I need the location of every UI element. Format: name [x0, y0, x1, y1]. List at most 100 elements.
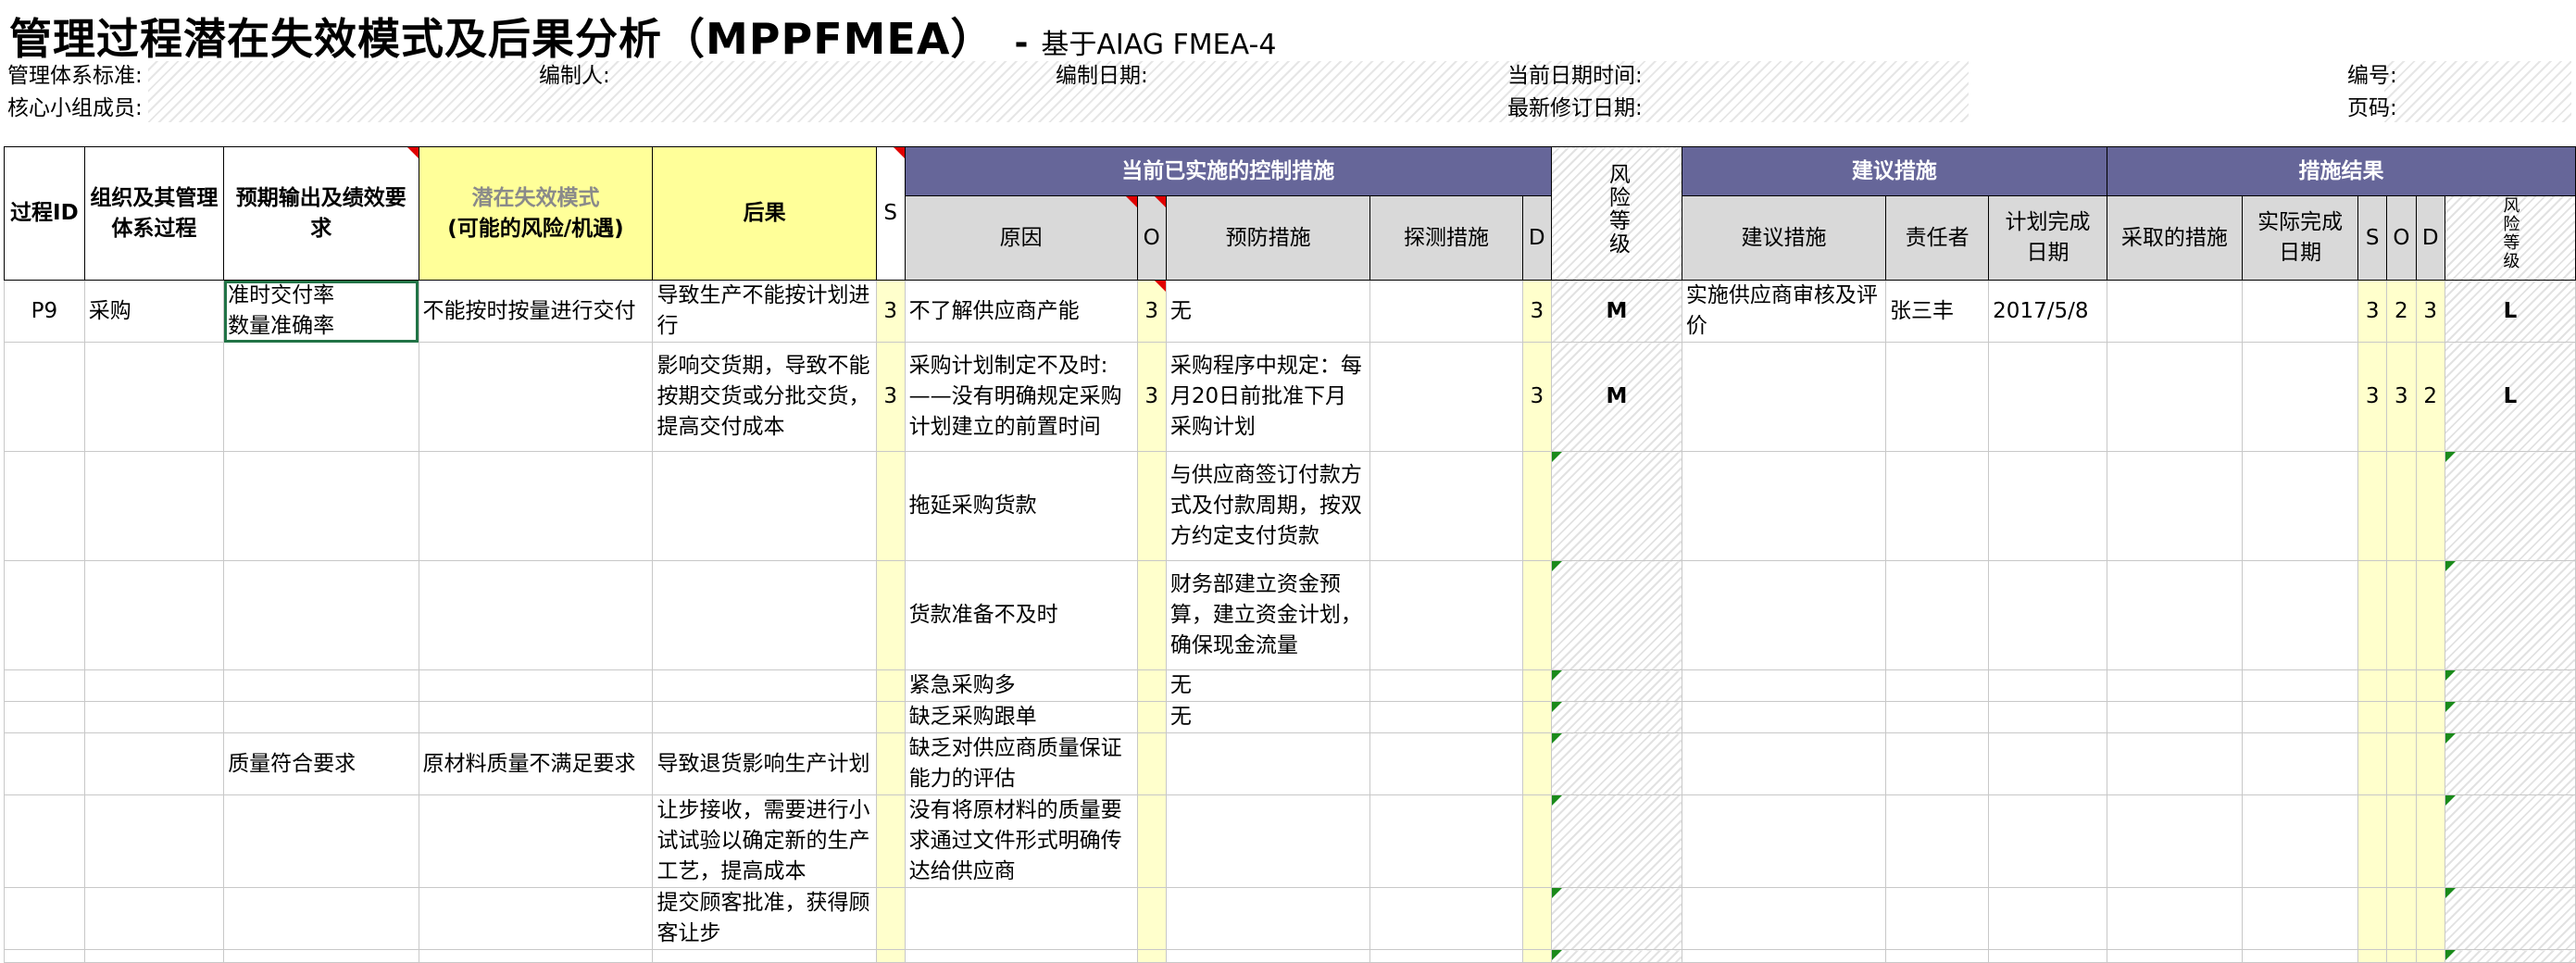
cell-prevention[interactable]: 财务部建立资金预算，建立资金计划，确保现金流量: [1165, 560, 1371, 670]
cell-s[interactable]: [875, 451, 906, 561]
cell-actual-date[interactable]: [2241, 732, 2359, 795]
cell-org-process[interactable]: [83, 732, 225, 795]
cell-planned-date[interactable]: [1988, 949, 2107, 963]
cell-o[interactable]: [1136, 794, 1167, 888]
cell-o[interactable]: [1136, 732, 1167, 795]
cell-effect[interactable]: 提交顾客批准，获得顾客让步: [652, 887, 877, 950]
cell-process-id[interactable]: [4, 451, 85, 561]
cell-d[interactable]: [1521, 794, 1552, 888]
cell-risk-level[interactable]: [1550, 794, 1682, 888]
cell-recommended[interactable]: [1681, 342, 1886, 452]
cell-result-s[interactable]: [2357, 701, 2388, 733]
cell-result-s[interactable]: [2357, 949, 2388, 963]
cell-cause[interactable]: 采购计划制定不及时: ——没有明确规定采购计划建立的前置时间: [904, 342, 1138, 452]
cell-result-s[interactable]: 3: [2357, 342, 2388, 452]
cell-result-risk[interactable]: [2444, 701, 2576, 733]
cell-cause[interactable]: [904, 887, 1138, 950]
cell-cause[interactable]: [904, 949, 1138, 963]
cell-process-id[interactable]: [4, 732, 85, 795]
cell-effect[interactable]: 导致生产不能按计划进行: [652, 280, 877, 343]
cell-actual-date[interactable]: [2241, 451, 2359, 561]
cell-actual-date[interactable]: [2241, 280, 2359, 343]
cell-expected-output[interactable]: [223, 949, 419, 963]
cell-planned-date[interactable]: [1988, 887, 2107, 950]
cell-recommended[interactable]: [1681, 669, 1886, 702]
cell-actual-date[interactable]: [2241, 560, 2359, 670]
cell-expected-output[interactable]: [223, 701, 419, 733]
cell-actions-taken[interactable]: [2106, 949, 2243, 963]
cell-responsible[interactable]: [1884, 669, 1990, 702]
cell-result-d[interactable]: [2415, 887, 2445, 950]
cell-s[interactable]: [875, 701, 906, 733]
cell-failure-mode[interactable]: [418, 342, 654, 452]
cell-prevention[interactable]: 无: [1165, 669, 1371, 702]
cell-failure-mode[interactable]: [418, 560, 654, 670]
cell-actions-taken[interactable]: [2106, 887, 2243, 950]
cell-d[interactable]: [1521, 949, 1552, 963]
cell-effect[interactable]: [652, 669, 877, 702]
cell-planned-date[interactable]: [1988, 732, 2107, 795]
cell-result-o[interactable]: 2: [2386, 280, 2417, 343]
cell-d[interactable]: [1521, 887, 1552, 950]
cell-planned-date[interactable]: [1988, 794, 2107, 888]
cell-actual-date[interactable]: [2241, 669, 2359, 702]
cell-prevention[interactable]: [1165, 794, 1371, 888]
cell-responsible[interactable]: [1884, 949, 1990, 963]
cell-result-o[interactable]: [2386, 949, 2417, 963]
cell-recommended[interactable]: [1681, 701, 1886, 733]
cell-actions-taken[interactable]: [2106, 280, 2243, 343]
cell-detection[interactable]: [1369, 342, 1523, 452]
cell-result-risk[interactable]: [2444, 794, 2576, 888]
cell-failure-mode[interactable]: [418, 887, 654, 950]
cell-o[interactable]: [1136, 669, 1167, 702]
cell-org-process[interactable]: [83, 342, 225, 452]
cell-effect[interactable]: [652, 560, 877, 670]
cell-risk-level[interactable]: M: [1550, 280, 1682, 343]
cell-actions-taken[interactable]: [2106, 701, 2243, 733]
cell-result-o[interactable]: [2386, 451, 2417, 561]
cell-result-o[interactable]: [2386, 887, 2417, 950]
cell-o[interactable]: [1136, 560, 1167, 670]
cell-process-id[interactable]: [4, 887, 85, 950]
cell-recommended[interactable]: 实施供应商审核及评价: [1681, 280, 1886, 343]
cell-result-d[interactable]: [2415, 560, 2445, 670]
cell-process-id[interactable]: [4, 949, 85, 963]
cell-actual-date[interactable]: [2241, 794, 2359, 888]
cell-responsible[interactable]: [1884, 701, 1990, 733]
cell-failure-mode[interactable]: 不能按时按量进行交付: [418, 280, 654, 343]
cell-result-risk[interactable]: [2444, 451, 2576, 561]
cell-cause[interactable]: 拖延采购货款: [904, 451, 1138, 561]
cell-responsible[interactable]: [1884, 732, 1990, 795]
cell-actions-taken[interactable]: [2106, 669, 2243, 702]
cell-org-process[interactable]: [83, 794, 225, 888]
cell-planned-date[interactable]: [1988, 451, 2107, 561]
cell-d[interactable]: 3: [1521, 342, 1552, 452]
cell-result-risk[interactable]: L: [2444, 342, 2576, 452]
cell-org-process[interactable]: [83, 949, 225, 963]
cell-cause[interactable]: 缺乏采购跟单: [904, 701, 1138, 733]
cell-o[interactable]: [1136, 949, 1167, 963]
cell-org-process[interactable]: 采购: [83, 280, 225, 343]
cell-failure-mode[interactable]: [418, 669, 654, 702]
cell-result-d[interactable]: 3: [2415, 280, 2445, 343]
cell-process-id[interactable]: P9: [4, 280, 85, 343]
cell-detection[interactable]: [1369, 887, 1523, 950]
cell-detection[interactable]: [1369, 949, 1523, 963]
cell-risk-level[interactable]: [1550, 451, 1682, 561]
cell-prevention[interactable]: 与供应商签订付款方式及付款周期，按双方约定支付货款: [1165, 451, 1371, 561]
cell-recommended[interactable]: [1681, 732, 1886, 795]
cell-expected-output[interactable]: [223, 560, 419, 670]
cell-process-id[interactable]: [4, 560, 85, 670]
cell-detection[interactable]: [1369, 732, 1523, 795]
cell-process-id[interactable]: [4, 701, 85, 733]
cell-d[interactable]: [1521, 669, 1552, 702]
cell-recommended[interactable]: [1681, 887, 1886, 950]
cell-d[interactable]: [1521, 560, 1552, 670]
cell-result-d[interactable]: [2415, 701, 2445, 733]
cell-effect[interactable]: [652, 949, 877, 963]
cell-risk-level[interactable]: [1550, 887, 1682, 950]
cell-result-s[interactable]: 3: [2357, 280, 2388, 343]
cell-process-id[interactable]: [4, 794, 85, 888]
cell-prevention[interactable]: 无: [1165, 701, 1371, 733]
cell-actions-taken[interactable]: [2106, 732, 2243, 795]
